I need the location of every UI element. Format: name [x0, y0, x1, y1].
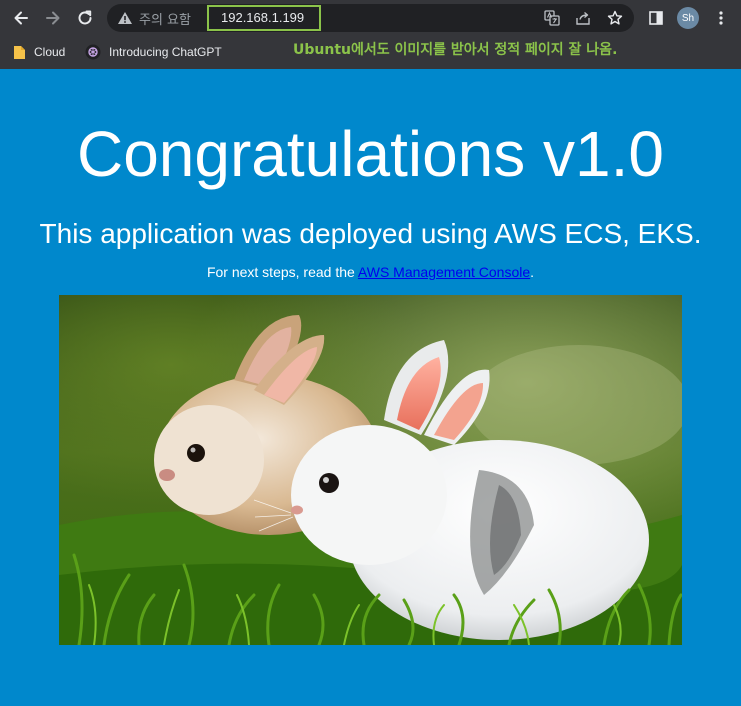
back-arrow-icon: [14, 11, 28, 25]
warning-triangle-icon: [118, 12, 132, 24]
folder-icon: [13, 45, 26, 60]
share-icon: [576, 11, 590, 25]
next-steps-suffix: .: [530, 264, 535, 280]
forward-button[interactable]: [41, 6, 65, 30]
security-indicator[interactable]: 주의 요함: [117, 9, 191, 28]
share-button[interactable]: [574, 9, 592, 27]
aws-console-link[interactable]: AWS Management Console: [358, 264, 530, 280]
side-panel-icon: [649, 11, 663, 25]
bookmark-chatgpt[interactable]: Introducing ChatGPT: [85, 42, 222, 62]
bookmark-cloud[interactable]: Cloud: [13, 42, 65, 62]
side-panel-button[interactable]: [644, 6, 668, 30]
address-bar[interactable]: 주의 요함 192.168.1.199: [107, 4, 634, 32]
bookmark-label: Introducing ChatGPT: [109, 45, 222, 59]
url-highlight-box: 192.168.1.199: [207, 5, 321, 31]
browser-toolbar: 주의 요함 192.168.1.199 Sh: [0, 0, 741, 36]
annotation-note: Ubuntu에서도 이미지를 받아서 정적 페이지 잘 나옴.: [293, 42, 618, 58]
url-text[interactable]: 192.168.1.199: [221, 10, 304, 25]
next-steps-text: For next steps, read the AWS Management …: [0, 263, 741, 281]
reload-icon: [78, 10, 92, 25]
bookmark-star-button[interactable]: [606, 9, 624, 27]
star-icon: [607, 10, 623, 25]
kebab-menu-icon: [719, 11, 723, 25]
forward-arrow-icon: [46, 11, 60, 25]
browser-chrome: 주의 요함 192.168.1.199 Sh Cloud Introducing…: [0, 0, 741, 69]
rabbits-photo: [59, 295, 682, 645]
reload-button[interactable]: [73, 6, 97, 30]
page-content: Congratulations v1.0 This application wa…: [0, 69, 741, 706]
bookmark-label: Cloud: [34, 45, 66, 59]
translate-icon: [544, 10, 560, 26]
back-button[interactable]: [9, 6, 33, 30]
translate-button[interactable]: [543, 9, 561, 27]
page-subheadline: This application was deployed using AWS …: [39, 218, 702, 249]
openai-icon: [85, 44, 101, 60]
next-steps-prefix: For next steps, read the: [206, 264, 358, 280]
profile-avatar[interactable]: Sh: [677, 7, 699, 29]
page-headline: Congratulations v1.0: [76, 118, 665, 190]
security-label: 주의 요함: [139, 12, 191, 28]
browser-menu-button[interactable]: [709, 6, 733, 30]
